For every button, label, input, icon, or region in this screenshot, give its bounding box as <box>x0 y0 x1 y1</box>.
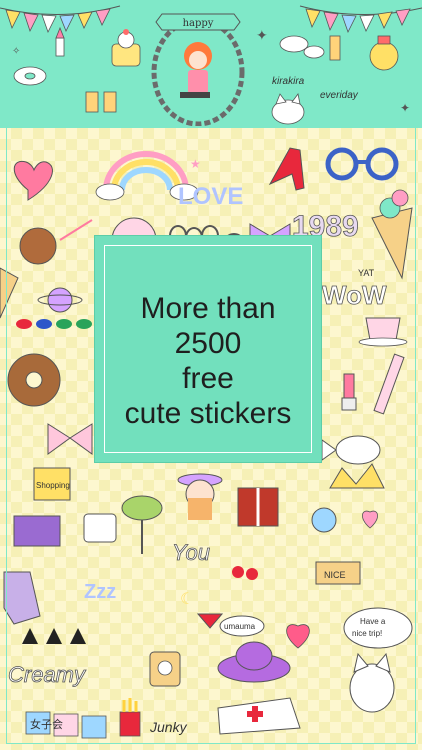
trip-bubble-sticker <box>343 607 413 649</box>
bow-sticker <box>47 423 93 455</box>
ice-cream-sticker <box>371 189 413 280</box>
drinks-sticker <box>85 91 117 113</box>
promo-line-4: cute stickers <box>124 397 292 430</box>
tag-text-everiday: everiday <box>320 90 359 101</box>
nice-text-sticker: NICE <box>324 570 346 580</box>
cat-sticker <box>271 93 305 125</box>
glasses-sticker <box>325 147 399 181</box>
egg-toast-sticker <box>149 651 181 687</box>
svg-text:✦: ✦ <box>256 27 268 43</box>
umauma-text-sticker: umauma <box>224 622 256 631</box>
compact-mirror-sticker <box>311 507 337 533</box>
cocktail-sticker <box>196 613 224 629</box>
wreath-girl-illustration: happy <box>151 13 245 127</box>
handbag-sticker <box>83 513 117 543</box>
promo-line-2: 2500 <box>174 327 242 360</box>
shopping-bag-sticker: Shopping <box>33 467 71 501</box>
fish-sticker <box>321 435 381 465</box>
svg-text:✧: ✧ <box>12 46 20 57</box>
svg-text:✦: ✦ <box>400 101 410 115</box>
arrow-sticker <box>59 219 93 241</box>
planet-sticker <box>37 287 83 313</box>
nurse-cap-sticker <box>217 697 301 735</box>
trip-text-sticker-1: Have a <box>360 617 386 626</box>
star-sticker: ★ <box>190 157 201 171</box>
perfume-sticker <box>369 35 399 71</box>
heart-sticker <box>13 160 53 201</box>
purple-cat-sticker <box>3 571 41 625</box>
cherries-sticker <box>232 566 258 580</box>
promo-line-3: free <box>182 362 234 395</box>
promo-card: More than 2500 free cute stickers <box>95 236 321 462</box>
teacup-sticker <box>358 317 408 347</box>
high-heel-sticker <box>268 147 305 191</box>
yat-text-sticker: YAT <box>358 268 375 278</box>
white-cat-sticker <box>349 652 395 713</box>
wow-text-sticker: WoW <box>322 280 387 310</box>
shoes-row-sticker <box>16 319 92 329</box>
syringe-sticker <box>373 353 405 415</box>
gift-box-sticker <box>237 487 279 527</box>
zzz-text-sticker: Zzz <box>84 581 116 603</box>
lipstick-sticker <box>55 26 65 57</box>
love-text-sticker: LOVE <box>178 183 243 210</box>
bottle-sticker <box>329 35 341 61</box>
promo-line-1: More than <box>140 292 276 325</box>
donut-sticker <box>13 66 47 86</box>
creamy-text-sticker: Creamy <box>8 662 87 687</box>
header-art: happy kirakira everiday ✦ ✦ ✧ <box>0 5 422 127</box>
banner-label: happy <box>183 18 214 29</box>
lipstick-right-sticker <box>341 373 357 411</box>
cone-sticker <box>0 267 19 319</box>
purple-hat-sticker <box>217 641 291 683</box>
cupcake-sticker <box>111 29 141 67</box>
hat-stand-sticker <box>121 495 163 554</box>
joshikai-text-sticker: 女子会 <box>30 717 63 731</box>
header-illustration: happy kirakira everiday ✦ ✦ ✧ <box>0 0 422 128</box>
junky-text-sticker: Junky <box>149 719 188 735</box>
crown-sticker <box>329 463 385 489</box>
moon-sticker: ☾ <box>180 591 194 608</box>
star-doodles: ✦ ✦ ✧ <box>12 27 410 115</box>
tag-text-kirakira: kirakira <box>272 76 305 87</box>
heart-pair-sticker <box>362 510 378 529</box>
bunting-right <box>299 5 422 34</box>
cat-ears-row-sticker <box>22 628 86 644</box>
pink-heart-sticker <box>286 624 310 649</box>
joshikai-banner-sticker: 女子会 <box>25 711 107 739</box>
you-text-sticker: You <box>172 540 210 565</box>
macaron-sticker <box>279 35 325 59</box>
shopping-text-sticker: Shopping <box>36 481 70 490</box>
cookie-sticker <box>19 227 57 265</box>
donut-sticker <box>7 353 61 407</box>
girl-hat-sticker <box>177 473 223 520</box>
trip-text-sticker-2: nice trip! <box>352 629 382 638</box>
fries-sticker <box>119 698 141 737</box>
heart-box-sticker <box>13 515 61 547</box>
